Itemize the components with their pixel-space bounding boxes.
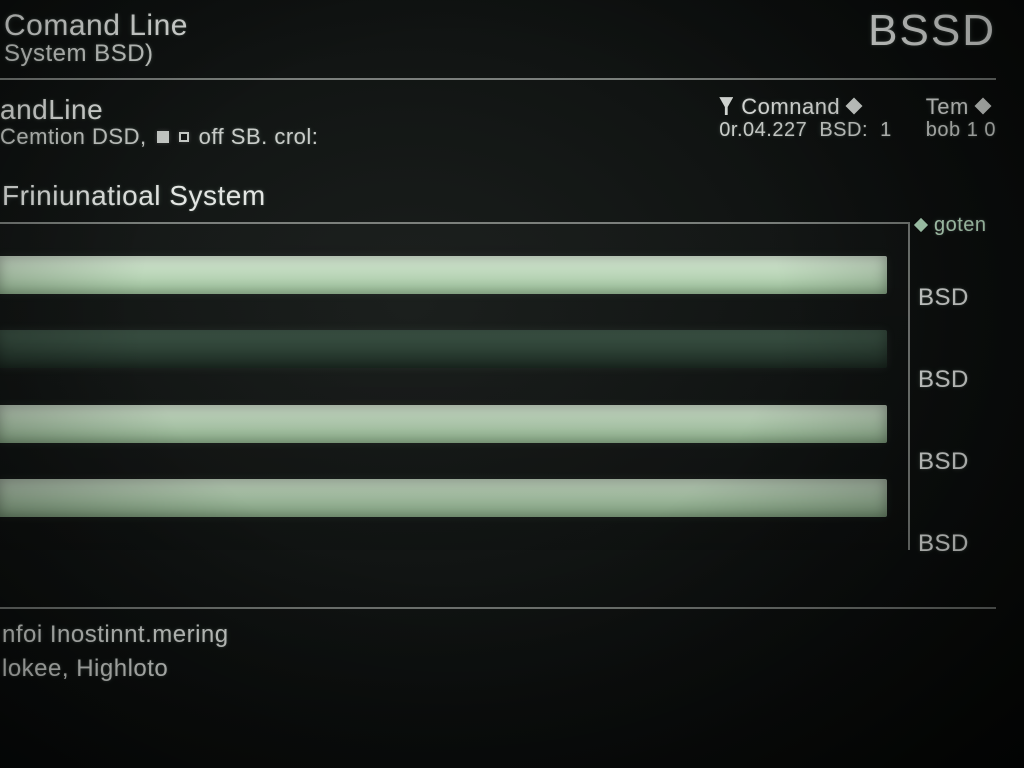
chart-wrap: goten BSD BSD BSD BSD [0, 222, 996, 585]
col-hd-1: BSD: [819, 119, 868, 141]
funnel-icon [719, 97, 733, 115]
bar-chart [0, 222, 910, 550]
col-hd-0: Comnand [741, 94, 840, 119]
brand-logo: BSSD [868, 6, 996, 56]
status-left-line2b: off SB. crol: [199, 124, 319, 150]
ylabel-1: BSD [910, 339, 996, 421]
status-left-line2: Cemtion DSD, off SB. crol: [0, 124, 318, 150]
ylabel-3: BSD [910, 503, 996, 585]
terminal-screen: Comand Line System BSD) BSSD andLine Cem… [0, 0, 1024, 768]
footer-line-1: nfoi Inostinnt.mering [2, 621, 996, 649]
title-sub: System BSD) [4, 40, 996, 68]
square-outline-icon [179, 132, 189, 142]
status-row: andLine Cemtion DSD, off SB. crol: Comna… [0, 80, 996, 150]
diamond-small-icon [914, 218, 928, 232]
status-left-line2a: Cemtion DSD, [0, 124, 147, 150]
bar-3 [0, 405, 887, 443]
goten-text: goten [934, 214, 987, 237]
status-left: andLine Cemtion DSD, off SB. crol: [0, 94, 358, 150]
title-main: Comand Line [4, 10, 996, 42]
status-right: Comnand 0r.04.227 BSD: 1 Tem bob 1 0 [719, 94, 996, 142]
bar-4 [0, 479, 887, 517]
y-axis-labels: goten BSD BSD BSD BSD [910, 222, 996, 585]
square-icon [157, 131, 169, 143]
status-col-tem: Tem bob 1 0 [926, 94, 996, 142]
section-heading: Friniunatioal System [2, 180, 996, 212]
footer-line-2: lokee, Highloto [2, 655, 996, 683]
diamond-icon [846, 98, 863, 115]
divider-bottom [0, 607, 996, 609]
bar-2 [0, 330, 887, 368]
col-val-2: bob 1 0 [926, 119, 996, 142]
diamond-icon [974, 98, 991, 115]
status-left-line1: andLine [0, 94, 318, 126]
ylabel-0: BSD [910, 257, 996, 339]
col-hd-2: Tem [926, 94, 969, 119]
ylabel-2: BSD [910, 421, 996, 503]
status-col-command: Comnand 0r.04.227 BSD: 1 [719, 94, 891, 142]
col-val-1: 1 [880, 119, 892, 141]
col-val-0: 0r.04.227 [719, 119, 807, 141]
title-block: Comand Line System BSD) [0, 10, 996, 68]
goten-indicator: goten [916, 214, 996, 237]
bar-1 [0, 256, 887, 294]
